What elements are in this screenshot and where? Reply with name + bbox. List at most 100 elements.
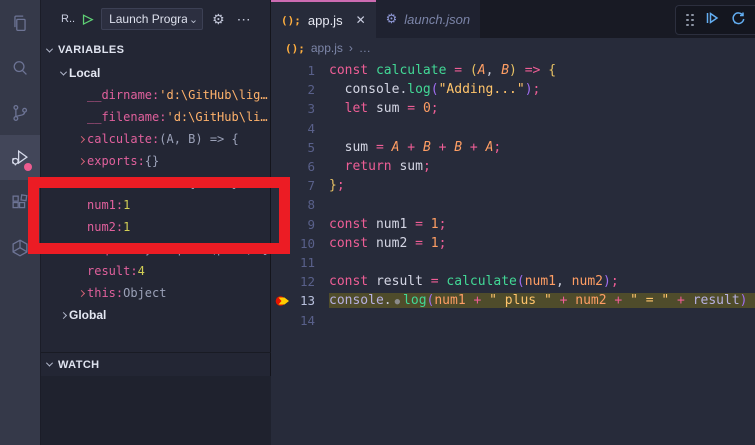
variable-row-Local[interactable]: Local [41, 62, 270, 84]
code-text: console.●log(num1 + " plus " + num2 + " … [329, 293, 755, 308]
code-line-5[interactable]: 5 sum = A + B + B + A; [271, 138, 755, 157]
gear-icon[interactable]: ⚙ [209, 11, 228, 28]
code-text: const num2 = 1; [329, 236, 446, 251]
line-number[interactable]: 4 [291, 121, 315, 136]
code-line-11[interactable]: 11 [271, 253, 755, 272]
watch-section-title: WATCH [58, 359, 100, 371]
code-text: const result = calculate(num1, num2); [329, 274, 619, 289]
line-number[interactable]: 1 [291, 63, 315, 78]
code-line-2[interactable]: 2 console.log("Adding..."); [271, 80, 755, 99]
code-line-8[interactable]: 8 [271, 195, 755, 214]
code-line-1[interactable]: 1const calculate = (A, B) => { [271, 61, 755, 80]
code-line-10[interactable]: 10 const num2 = 1; [271, 234, 755, 253]
drag-handle-icon[interactable] [686, 14, 694, 27]
variable-row-__dirname[interactable]: __dirname: 'd:\GitHub\lig… [41, 84, 270, 106]
start-debug-icon[interactable]: ▷ [81, 11, 95, 27]
chevron-right-icon[interactable] [75, 159, 87, 164]
javascript-file-icon: (); [285, 42, 305, 55]
tab-app-js[interactable]: (); app.js ✕ [271, 0, 376, 38]
code-text: }; [329, 178, 345, 193]
variable-value: (A, B) => { [159, 132, 238, 146]
scope-label: Global [69, 308, 106, 322]
chevron-down-icon [46, 45, 53, 52]
debug-badge [24, 163, 32, 171]
line-number[interactable]: 6 [291, 159, 315, 174]
watch-section-body [41, 376, 271, 445]
chevron-right-icon[interactable] [57, 313, 69, 318]
chevron-right-icon[interactable] [75, 291, 87, 296]
chevron-down-icon[interactable] [57, 71, 69, 76]
breadcrumb-separator: › [349, 41, 353, 55]
breadcrumb[interactable]: (); app.js › … [271, 38, 755, 58]
tab-label: app.js [308, 13, 343, 28]
line-number[interactable]: 13 [291, 293, 315, 308]
tab-label: launch.json [404, 12, 470, 27]
more-actions-icon[interactable]: ⋯ [234, 11, 254, 28]
variable-row-this[interactable]: this: Object [41, 282, 270, 304]
explorer-icon[interactable] [0, 0, 40, 45]
debug-panel-toolbar: R.. ▷ Launch Progra ⌄ ⚙ ⋯ [41, 0, 270, 38]
variable-value: 'd:\GitHub\li… [166, 110, 267, 124]
code-line-7[interactable]: 7}; [271, 176, 755, 195]
code-line-9[interactable]: 9const num1 = 1; [271, 215, 755, 234]
line-number[interactable]: 12 [291, 274, 315, 289]
step-into-icon[interactable] [704, 10, 720, 31]
source-control-icon[interactable] [0, 90, 40, 135]
panel-title: R.. [61, 13, 75, 25]
scope-label: Local [69, 66, 100, 80]
line-number[interactable]: 5 [291, 140, 315, 155]
line-number[interactable]: 14 [291, 313, 315, 328]
code-text: let sum = 0; [329, 101, 439, 116]
restart-icon[interactable] [730, 10, 746, 31]
chevron-right-icon[interactable] [75, 137, 87, 142]
variable-value: 'd:\GitHub\lig… [159, 88, 267, 102]
close-icon[interactable]: ✕ [356, 13, 366, 27]
run-and-debug-icon[interactable] [0, 135, 40, 180]
vscode-window: R.. ▷ Launch Progra ⌄ ⚙ ⋯ VARIABLES Loca… [0, 0, 755, 445]
debug-toolbar [675, 5, 755, 35]
code-line-13[interactable]: 13 console.●log(num1 + " plus " + num2 + … [271, 291, 755, 310]
line-number[interactable]: 3 [291, 101, 315, 116]
variable-row-result[interactable]: result: 4 [41, 260, 270, 282]
code-line-3[interactable]: 3 let sum = 0; [271, 99, 755, 118]
line-number[interactable]: 2 [291, 82, 315, 97]
editor-group: (); app.js ✕ ⚙ launch.json (); app.js [270, 0, 755, 445]
variables-section-header[interactable]: VARIABLES [41, 38, 270, 62]
variable-name: __filename: [87, 110, 166, 124]
line-number[interactable]: 11 [291, 255, 315, 270]
variable-value: 4 [138, 264, 145, 278]
variable-row-Global[interactable]: Global [41, 304, 270, 326]
code-text: sum = A + B + B + A; [329, 140, 501, 155]
variable-row-calculate[interactable]: calculate: (A, B) => { [41, 128, 270, 150]
breakpoint-current-line-icon[interactable] [271, 294, 291, 308]
search-icon[interactable] [0, 45, 40, 90]
variable-value: Object [123, 286, 166, 300]
watch-section-header[interactable]: WATCH [41, 352, 271, 376]
code-line-6[interactable]: 6 return sum; [271, 157, 755, 176]
code-line-14[interactable]: 14 [271, 310, 755, 329]
variable-name: __dirname: [87, 88, 159, 102]
line-number[interactable]: 7 [291, 178, 315, 193]
line-number[interactable]: 8 [291, 197, 315, 212]
variable-name: result: [87, 264, 138, 278]
variable-row-exports[interactable]: exports: {} [41, 150, 270, 172]
variable-name: calculate: [87, 132, 159, 146]
launch-config-label: Launch Progra [109, 12, 187, 26]
line-number[interactable]: 10 [291, 236, 315, 251]
breadcrumb-file[interactable]: app.js [311, 41, 343, 55]
javascript-file-icon: (); [281, 14, 301, 27]
variable-row-__filename[interactable]: __filename: 'd:\GitHub\li… [41, 106, 270, 128]
variable-name: this: [87, 286, 123, 300]
code-text: return sum; [329, 159, 431, 174]
code-line-12[interactable]: 12 const result = calculate(num1, num2); [271, 272, 755, 291]
code-text: console.log("Adding..."); [329, 82, 540, 97]
breadcrumb-tail[interactable]: … [359, 41, 371, 55]
launch-config-dropdown[interactable]: Launch Progra ⌄ [101, 8, 203, 30]
chevron-down-icon [46, 360, 53, 367]
inline-breakpoint-icon: ● [395, 297, 400, 307]
code-line-4[interactable]: 4 [271, 119, 755, 138]
tab-launch-json[interactable]: ⚙ launch.json [376, 0, 480, 38]
variable-name: exports: [87, 154, 145, 168]
annotation-rectangle [28, 177, 290, 254]
line-number[interactable]: 9 [291, 217, 315, 232]
